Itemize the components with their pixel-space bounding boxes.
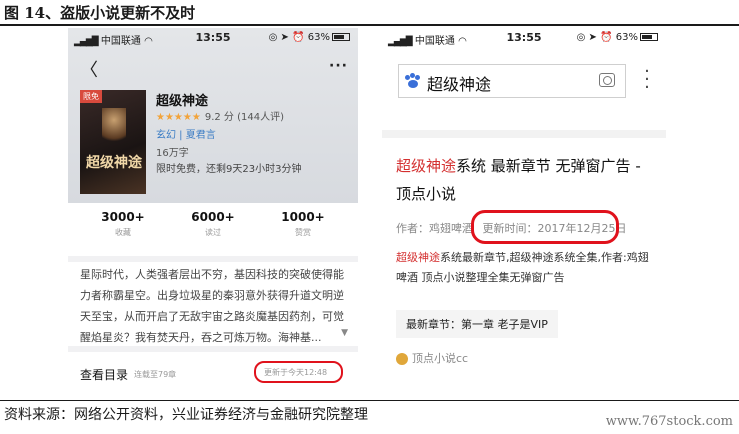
- genre-link: 玄幻: [156, 130, 176, 141]
- cover-figure: [102, 108, 126, 148]
- left-phone-screenshot: ▂▄▆█ 中国联通 ◠ 13:55 ◎ ➤ ⏰ 63% 〈 ··· 限免 超级神…: [68, 28, 358, 396]
- star-icons: ★★★★★: [156, 112, 201, 123]
- source-rule: [0, 400, 739, 401]
- stat-reward: 1000+ 赞赏: [281, 210, 325, 237]
- free-tag: 限免: [80, 90, 102, 103]
- search-query: 超级神途: [427, 75, 492, 94]
- book-description[interactable]: 星际时代，人类强者层出不穷，基因科技的突破使得能力者称霸星空。出身垃圾星的秦羽意…: [80, 264, 350, 348]
- expand-chevron-icon[interactable]: ▼: [341, 323, 348, 344]
- status-time: 13:55: [195, 31, 231, 44]
- status-right: ◎ ➤ ⏰ 63%: [269, 32, 350, 43]
- author-label: 作者：: [396, 222, 429, 235]
- figure-title: 图 14、盗版小说更新不及时: [4, 4, 196, 22]
- more-dots-icon[interactable]: ···: [329, 58, 348, 74]
- more-vertical-icon[interactable]: · · ·: [644, 63, 650, 97]
- back-arrow-icon[interactable]: 〈: [80, 56, 98, 82]
- baidu-paw-icon: [405, 73, 421, 89]
- stats-row: 3000+ 收藏 6000+ 读过 1000+ 赞赏: [68, 210, 358, 252]
- rating: ★★★★★ 9.2 分 (144人评): [156, 108, 284, 123]
- watermark: www.767stock.com: [605, 414, 733, 429]
- book-tags[interactable]: 玄幻 | 夏君言: [156, 126, 216, 141]
- book-title: 超级神途: [156, 94, 209, 109]
- wifi-icon: ◠: [458, 36, 467, 47]
- status-right: ◎ ➤ ⏰ 63%: [577, 32, 658, 43]
- search-input[interactable]: 超级神途: [398, 64, 626, 98]
- wifi-icon: ◠: [144, 36, 153, 47]
- result-snippet: 超级神途系统最新章节,超级神途系统全集,作者:鸡翅啤酒 顶点小说整理全集无弹窗广…: [396, 251, 649, 284]
- figure-source: 资料来源：网络公开资料，兴业证券经济与金融研究院整理: [4, 407, 368, 423]
- signal-icon: ▂▄▆█: [388, 37, 413, 47]
- site-favicon-icon: [396, 353, 408, 365]
- stat-collect: 3000+ 收藏: [101, 210, 145, 237]
- highlight-oval: [471, 210, 619, 244]
- toc-chapter-count: 连载至79章: [134, 370, 177, 379]
- alarm-icon: ⏰: [600, 32, 613, 43]
- stat-read: 6000+ 读过: [191, 210, 235, 237]
- divider: [382, 130, 666, 138]
- rating-score: 9.2 分 (144人评): [204, 112, 284, 123]
- free-notice: 限时免费，还剩9天23小时3分钟: [156, 164, 302, 175]
- title-rule: [0, 24, 739, 26]
- author-link: 夏君言: [185, 130, 216, 141]
- location-icon: ➤: [280, 32, 289, 43]
- site-label[interactable]: 顶点小说cc: [396, 350, 468, 366]
- latest-chapter-link[interactable]: 最新章节：第一章 老子是VIP: [396, 310, 558, 338]
- divider: [68, 256, 358, 262]
- location-icon: ➤: [588, 32, 597, 43]
- right-phone-screenshot: ▂▄▆█ 中国联通 ◠ 13:55 ◎ ➤ ⏰ 63% 超级神途 · · · 超级神…: [382, 28, 666, 396]
- alarm-icon: ⏰: [292, 32, 305, 43]
- signal-icon: ▂▄▆█: [74, 37, 99, 47]
- author-name: 鸡翅啤酒: [429, 222, 473, 235]
- word-count: 16万字: [156, 148, 189, 159]
- book-cover[interactable]: 限免 超级神途: [80, 90, 146, 194]
- result-title-link[interactable]: 超级神途系统 最新章节 无弹窗广告 - 顶点小说: [396, 152, 656, 208]
- carrier-label: ▂▄▆█ 中国联通 ◠: [388, 36, 467, 47]
- status-bar: ▂▄▆█ 中国联通 ◠ 13:55 ◎ ➤ ⏰ 63%: [382, 28, 666, 48]
- lock-icon: ◎: [576, 32, 586, 43]
- battery-icon: [332, 33, 350, 41]
- lock-icon: ◎: [268, 32, 278, 43]
- toc-button[interactable]: 查看目录: [80, 366, 128, 383]
- divider: [68, 346, 358, 352]
- camera-icon[interactable]: [599, 73, 615, 87]
- cover-title: 超级神途: [86, 155, 142, 171]
- status-bar: ▂▄▆█ 中国联通 ◠ 13:55 ◎ ➤ ⏰ 63%: [68, 28, 358, 47]
- carrier-label: ▂▄▆█ 中国联通 ◠: [74, 36, 153, 47]
- battery-icon: [640, 33, 658, 41]
- status-time: 13:55: [506, 31, 542, 44]
- highlight-oval: [254, 361, 343, 383]
